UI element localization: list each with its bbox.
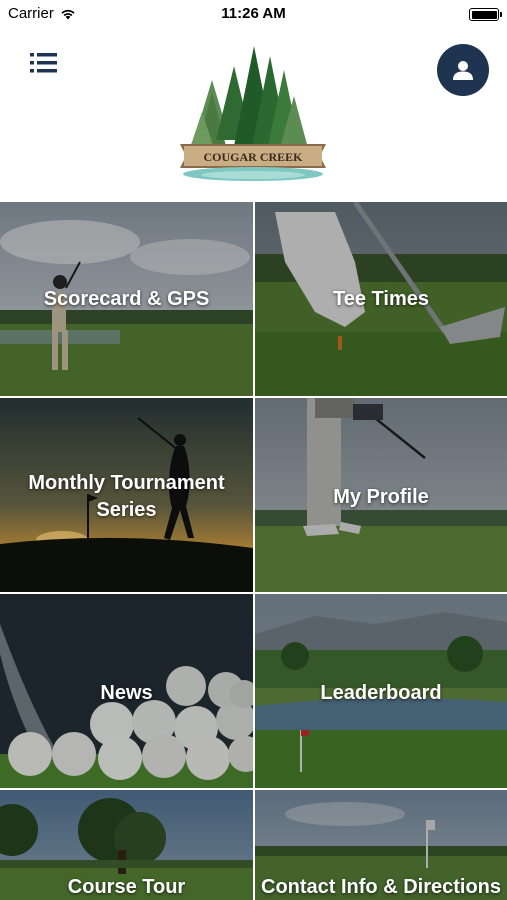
tile-label: Monthly Tournament Series	[28, 472, 225, 521]
profile-button[interactable]	[437, 44, 489, 96]
status-time: 11:26 AM	[221, 5, 286, 22]
menu-grid: Scorecard & GPS Tee Times Monthly Tourna…	[0, 202, 507, 900]
tile-label: News	[100, 682, 153, 704]
battery-icon	[469, 8, 502, 21]
tile-label: Contact Info & Directions	[261, 876, 502, 898]
menu-list-icon	[30, 53, 57, 73]
tile-label: Course Tour	[67, 876, 186, 898]
tile-label: My Profile	[333, 486, 429, 508]
menu-button[interactable]	[28, 48, 60, 78]
tile-contact-info-directions[interactable]: Contact Info & Directions	[255, 790, 507, 900]
tile-course-tour[interactable]: Course Tour	[0, 790, 253, 900]
cougar-creek-logo: COUGAR CREEK	[172, 40, 334, 188]
tile-tee-times[interactable]: Tee Times	[255, 202, 507, 396]
status-bar: Carrier 11:26 AM	[0, 0, 507, 28]
tile-label: Leaderboard	[320, 682, 442, 704]
tile-scorecard-gps[interactable]: Scorecard & GPS	[0, 202, 253, 396]
tile-label: Scorecard & GPS	[43, 288, 210, 310]
user-icon	[453, 61, 473, 80]
app-header: COUGAR CREEK	[0, 28, 507, 202]
tile-news[interactable]: News	[0, 594, 253, 788]
tile-label: Tee Times	[333, 288, 429, 310]
logo-text: COUGAR CREEK	[203, 150, 303, 164]
tile-leaderboard[interactable]: Leaderboard	[255, 594, 507, 788]
tile-monthly-tournament-series[interactable]: Monthly Tournament Series	[0, 398, 253, 592]
tile-my-profile[interactable]: My Profile	[255, 398, 507, 592]
